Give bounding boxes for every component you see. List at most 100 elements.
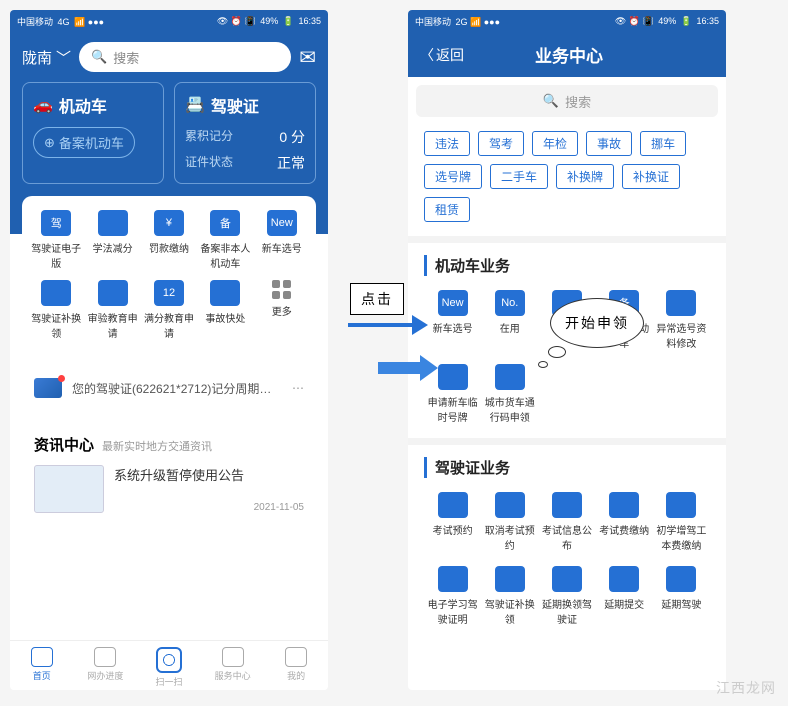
envelope-icon: [34, 378, 62, 398]
service-item[interactable]: No.在用: [481, 290, 538, 350]
filter-tag[interactable]: 选号牌: [424, 164, 482, 189]
nav-item-2[interactable]: 扫一扫: [137, 647, 201, 688]
service-icon: [552, 492, 582, 518]
notice-text: 您的驾驶证(622621*2712)记分周期…: [72, 380, 271, 397]
service-icon: [438, 566, 468, 592]
news-item[interactable]: 系统升级暂停使用公告 2021-11-05: [34, 465, 304, 513]
service-icon: 备: [210, 210, 240, 236]
phone-left: 中国移动 4G 📶 ●●● 👁 ⏰ 📳 49% 🔋 16:35 陇南 ﹀ 🔍 搜…: [10, 10, 328, 690]
license-card[interactable]: 📇驾驶证 累积记分0 分 证件状态正常: [174, 82, 316, 184]
nav-item-0[interactable]: 首页: [10, 647, 74, 688]
service-item[interactable]: 驾驶证补换领: [28, 280, 84, 340]
chevron-left-icon: 〈: [420, 45, 434, 65]
status-bar: 中国移动 2G 📶 ●●● 👁 ⏰ 📳 49% 🔋 16:35: [408, 10, 726, 32]
nav-icon: [94, 647, 116, 667]
register-vehicle-button[interactable]: ⊕ 备案机动车: [33, 127, 135, 158]
search-icon: 🔍: [91, 49, 107, 65]
carrier1: 中国移动: [17, 17, 53, 27]
city-selector[interactable]: 陇南 ﹀: [22, 47, 71, 68]
nav-item-1[interactable]: 网办进度: [74, 647, 138, 688]
service-icon: [552, 566, 582, 592]
service-item[interactable]: 取消考试预约: [481, 492, 538, 552]
filter-tag[interactable]: 补换牌: [556, 164, 614, 189]
news-title: 资讯中心: [34, 434, 94, 455]
service-item[interactable]: 驾驾驶证电子版: [28, 210, 84, 270]
nav-item-4[interactable]: 我的: [264, 647, 328, 688]
service-item[interactable]: 延期驾驶: [653, 566, 710, 626]
news-thumbnail: [34, 465, 104, 513]
filter-tag[interactable]: 补换证: [622, 164, 680, 189]
service-icon: ¥: [154, 210, 184, 236]
service-item[interactable]: 考试信息公布: [538, 492, 595, 552]
vehicle-card[interactable]: 🚗机动车 ⊕ 备案机动车: [22, 82, 164, 184]
car-icon: 🚗: [33, 95, 53, 115]
service-item[interactable]: 审验教育申请: [84, 280, 140, 340]
search-input[interactable]: 🔍 搜索: [79, 42, 291, 72]
service-icon: 驾: [41, 210, 71, 236]
news-panel: 资讯中心 最新实时地方交通资讯 系统升级暂停使用公告 2021-11-05: [22, 422, 316, 525]
header: 〈 返回 业务中心: [408, 32, 726, 77]
service-icon: [210, 280, 240, 306]
service-icon: [495, 492, 525, 518]
service-icon: [438, 364, 468, 390]
filter-tag[interactable]: 违法: [424, 131, 470, 156]
plus-icon: ⊕: [44, 135, 55, 151]
service-icon: [609, 492, 639, 518]
service-item[interactable]: New新车选号: [254, 210, 310, 270]
mail-icon[interactable]: ✉: [299, 45, 316, 70]
service-item[interactable]: 学法减分: [84, 210, 140, 270]
nav-icon: [285, 647, 307, 667]
service-grid-panel: 驾驾驶证电子版学法减分¥罚款缴纳备备案非本人机动车New新车选号驾驶证补换领审验…: [22, 196, 316, 354]
news-subtitle: 最新实时地方交通资讯: [102, 438, 212, 454]
search-input[interactable]: 🔍 搜索: [416, 85, 718, 117]
filter-tag[interactable]: 挪车: [640, 131, 686, 156]
speech-bubble: 开始申领: [550, 298, 644, 348]
service-item[interactable]: 初学增驾工本费缴纳: [653, 492, 710, 552]
service-item[interactable]: 延期提交: [596, 566, 653, 626]
callout-arrow-small: [348, 315, 428, 335]
service-icon: [666, 566, 696, 592]
back-button[interactable]: 〈 返回: [420, 45, 464, 65]
more-icon: [272, 280, 291, 299]
service-icon: [666, 290, 696, 316]
header: 陇南 ﹀ 🔍 搜索 ✉: [10, 32, 328, 82]
service-item[interactable]: ¥罚款缴纳: [141, 210, 197, 270]
service-icon: [666, 492, 696, 518]
service-item[interactable]: 驾驶证补换领: [481, 566, 538, 626]
watermark: 江西龙网: [716, 678, 776, 698]
service-item[interactable]: 城市货车通行码申领: [481, 364, 538, 424]
service-icon: [609, 566, 639, 592]
chevron-down-icon: ﹀: [56, 47, 71, 68]
filter-tag[interactable]: 事故: [586, 131, 632, 156]
service-item[interactable]: 更多: [254, 280, 310, 340]
flow-arrow-icon: [378, 355, 438, 381]
service-icon: 12: [154, 280, 184, 306]
nav-item-3[interactable]: 服务中心: [201, 647, 265, 688]
callout-label: 点击: [350, 283, 404, 315]
notice-banner[interactable]: 您的驾驶证(622621*2712)记分周期… ⋯: [22, 364, 316, 412]
license-services-section: 驾驶证业务 考试预约取消考试预约考试信息公布考试费缴纳初学增驾工本费缴纳电子学习…: [408, 451, 726, 640]
net-icon: 4G: [58, 17, 70, 27]
service-icon: New: [438, 290, 468, 316]
service-item[interactable]: 备备案非本人机动车: [197, 210, 253, 270]
nav-icon: [156, 647, 182, 673]
filter-tag[interactable]: 二手车: [490, 164, 548, 189]
service-item[interactable]: New新车选号: [424, 290, 481, 350]
service-icon: No.: [495, 290, 525, 316]
filter-tags: 违法驾考年检事故挪车选号牌二手车补换牌补换证租赁: [408, 125, 726, 236]
service-item[interactable]: 考试费缴纳: [596, 492, 653, 552]
service-item[interactable]: 延期换领驾驶证: [538, 566, 595, 626]
service-item[interactable]: 考试预约: [424, 492, 481, 552]
service-item[interactable]: 电子学习驾驶证明: [424, 566, 481, 626]
service-item[interactable]: 事故快处: [197, 280, 253, 340]
service-item[interactable]: 异常选号资料修改: [653, 290, 710, 350]
filter-tag[interactable]: 驾考: [478, 131, 524, 156]
bottom-nav: 首页网办进度扫一扫服务中心我的: [10, 640, 328, 690]
service-icon: [98, 210, 128, 236]
filter-tag[interactable]: 年检: [532, 131, 578, 156]
filter-tag[interactable]: 租赁: [424, 197, 470, 222]
more-dots-icon: ⋯: [292, 381, 304, 395]
license-icon: 📇: [185, 95, 205, 115]
service-icon: [495, 566, 525, 592]
service-item[interactable]: 12满分教育申请: [141, 280, 197, 340]
